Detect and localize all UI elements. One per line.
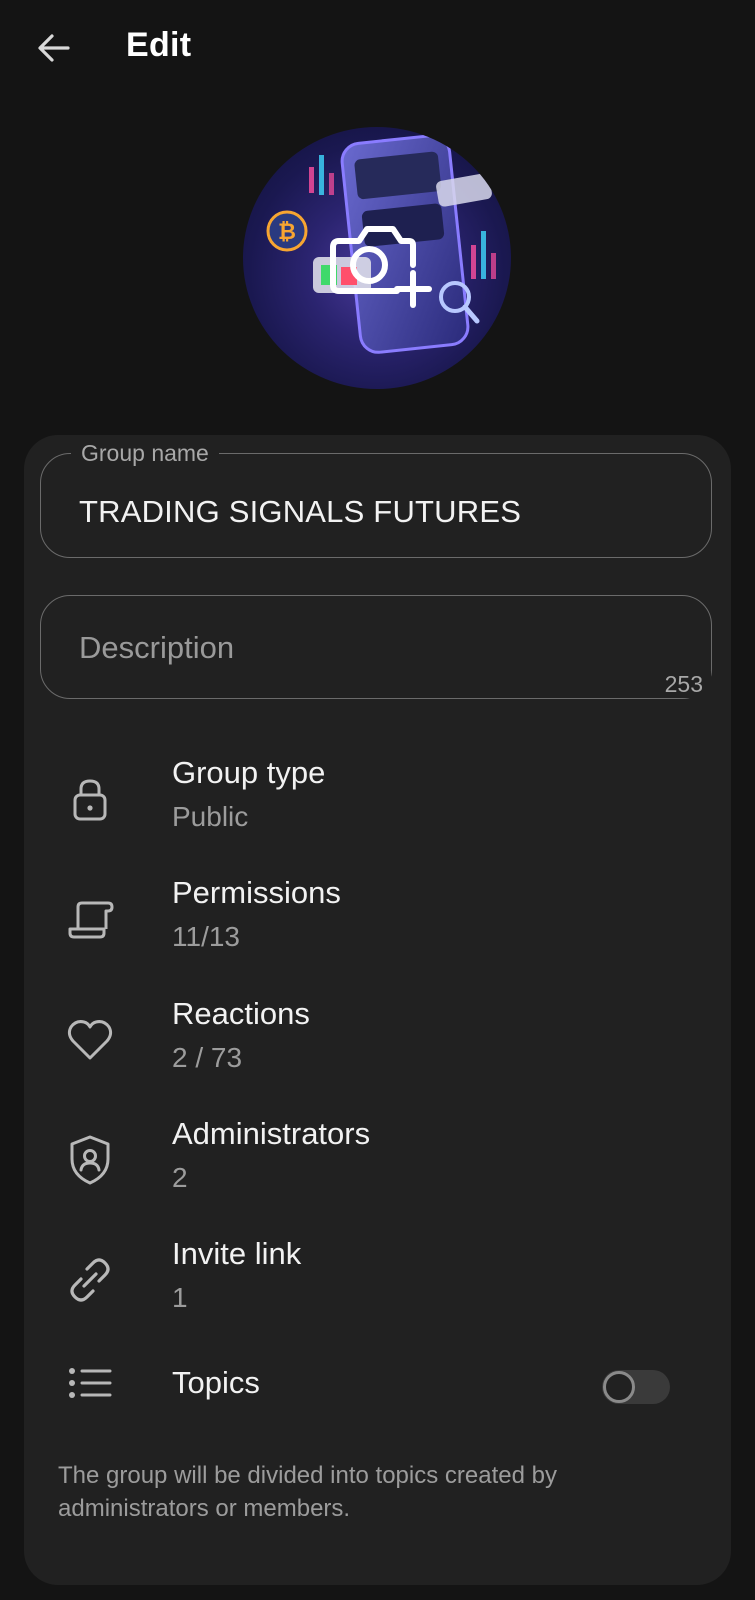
setting-permissions[interactable]: Permissions 11/13 (24, 863, 731, 973)
link-icon (64, 1254, 116, 1306)
toggle-knob (603, 1371, 635, 1403)
setting-value: 2 / 73 (172, 1042, 243, 1073)
setting-value: 11/13 (172, 921, 240, 952)
topics-toggle[interactable] (602, 1370, 670, 1404)
setting-label: Group type (172, 755, 326, 790)
setting-group-type[interactable]: Group type Public (24, 743, 731, 853)
top-app-bar: Edit (0, 0, 755, 96)
setting-topics[interactable]: Topics (24, 1335, 731, 1435)
setting-value: 2 (172, 1162, 188, 1193)
group-name-label: Group name (71, 439, 219, 467)
svg-text:₿: ₿ (278, 220, 296, 245)
description-field[interactable]: Description (40, 595, 712, 699)
topics-label: Topics (172, 1365, 260, 1400)
description-char-counter: 253 (650, 671, 711, 698)
back-button[interactable] (28, 22, 80, 74)
scroll-icon (64, 893, 116, 945)
description-placeholder[interactable]: Description (79, 630, 234, 666)
camera-add-icon (330, 226, 432, 308)
setting-value: 1 (172, 1282, 188, 1313)
setting-value: Public (172, 801, 249, 832)
shield-user-icon (64, 1134, 116, 1186)
group-avatar-button[interactable]: ₿ (243, 127, 511, 389)
setting-reactions[interactable]: Reactions 2 / 73 (24, 984, 731, 1094)
settings-card: Group name TRADING SIGNALS FUTURES Descr… (24, 435, 731, 1585)
group-name-field[interactable]: Group name TRADING SIGNALS FUTURES (40, 439, 712, 558)
setting-administrators[interactable]: Administrators 2 (24, 1104, 731, 1214)
list-icon (64, 1357, 116, 1409)
topics-description: The group will be divided into topics cr… (58, 1462, 557, 1522)
setting-label: Administrators (172, 1116, 371, 1151)
setting-label: Reactions (172, 996, 310, 1031)
setting-label: Permissions (172, 875, 341, 910)
arrow-left-icon (38, 34, 70, 62)
setting-invite-link[interactable]: Invite link 1 (24, 1224, 731, 1334)
heart-icon (64, 1014, 116, 1066)
edit-group-screen: Edit ₿ Group name TRADING SIGNALS FUTURE… (0, 0, 755, 1600)
page-title: Edit (126, 26, 192, 64)
lock-icon (64, 773, 116, 825)
group-name-value[interactable]: TRADING SIGNALS FUTURES (79, 494, 521, 530)
setting-label: Invite link (172, 1236, 302, 1271)
